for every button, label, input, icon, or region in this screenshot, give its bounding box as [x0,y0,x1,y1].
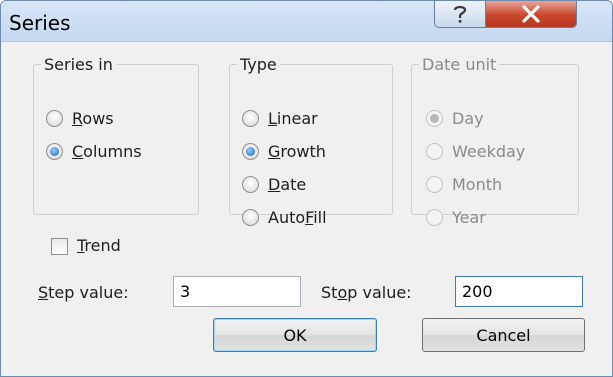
radio-growth-button[interactable] [242,142,259,160]
radio-rows-button[interactable] [46,109,63,127]
step-value-input[interactable] [173,276,301,307]
title-bar[interactable]: Series [1,1,612,42]
radio-date-label: Date [268,174,307,194]
series-in-group: Series in Rows Columns [33,55,199,215]
radio-month-label: Month [452,174,503,194]
radio-day-button [426,109,443,127]
type-group: Type Linear Growth Date AutoFill [229,55,393,227]
dialog-body: Series in Rows Columns Type Linear Growt… [17,49,594,367]
radio-linear-label: Linear [268,108,318,128]
radio-rows-label: Rows [72,108,114,128]
radio-weekday: Weekday [426,140,525,162]
step-value-label: Step value: [38,283,129,302]
series-dialog: Series Series in Rows Columns Type Linea… [0,0,613,377]
stop-value-label: Stop value: [321,283,412,302]
date-unit-group: Date unit Day Weekday Month Year [411,55,579,227]
radio-autofill-label: AutoFill [268,207,327,227]
radio-columns-label: Columns [72,141,142,161]
radio-autofill[interactable]: AutoFill [242,206,327,228]
radio-month: Month [426,173,502,195]
close-x-icon [522,5,540,23]
radio-year-label: Year [452,207,486,227]
cancel-button[interactable]: Cancel [422,318,585,352]
stop-value-input[interactable] [455,276,583,307]
question-mark-icon [453,5,467,23]
radio-columns[interactable]: Columns [46,140,142,162]
radio-growth[interactable]: Growth [242,140,326,162]
radio-weekday-button [426,142,443,160]
radio-year-button [426,208,443,226]
help-button[interactable] [434,1,486,28]
radio-date-button[interactable] [242,175,259,193]
trend-checkbox[interactable] [51,238,68,255]
dialog-title: Series [9,11,71,35]
radio-date[interactable]: Date [242,173,306,195]
radio-day: Day [426,107,484,129]
ok-button[interactable]: OK [213,318,377,352]
trend-label[interactable]: Trend [77,236,121,255]
radio-linear-button[interactable] [242,109,259,127]
radio-day-label: Day [452,108,484,128]
radio-rows[interactable]: Rows [46,107,114,129]
radio-columns-button[interactable] [46,142,63,160]
radio-month-button [426,175,443,193]
radio-growth-label: Growth [268,141,326,161]
radio-year: Year [426,206,486,228]
radio-autofill-button[interactable] [242,208,259,226]
radio-linear[interactable]: Linear [242,107,318,129]
date-unit-legend: Date unit [422,55,497,74]
series-in-legend: Series in [44,55,113,74]
radio-weekday-label: Weekday [452,141,526,161]
close-button[interactable] [485,1,577,28]
type-legend: Type [240,55,277,74]
